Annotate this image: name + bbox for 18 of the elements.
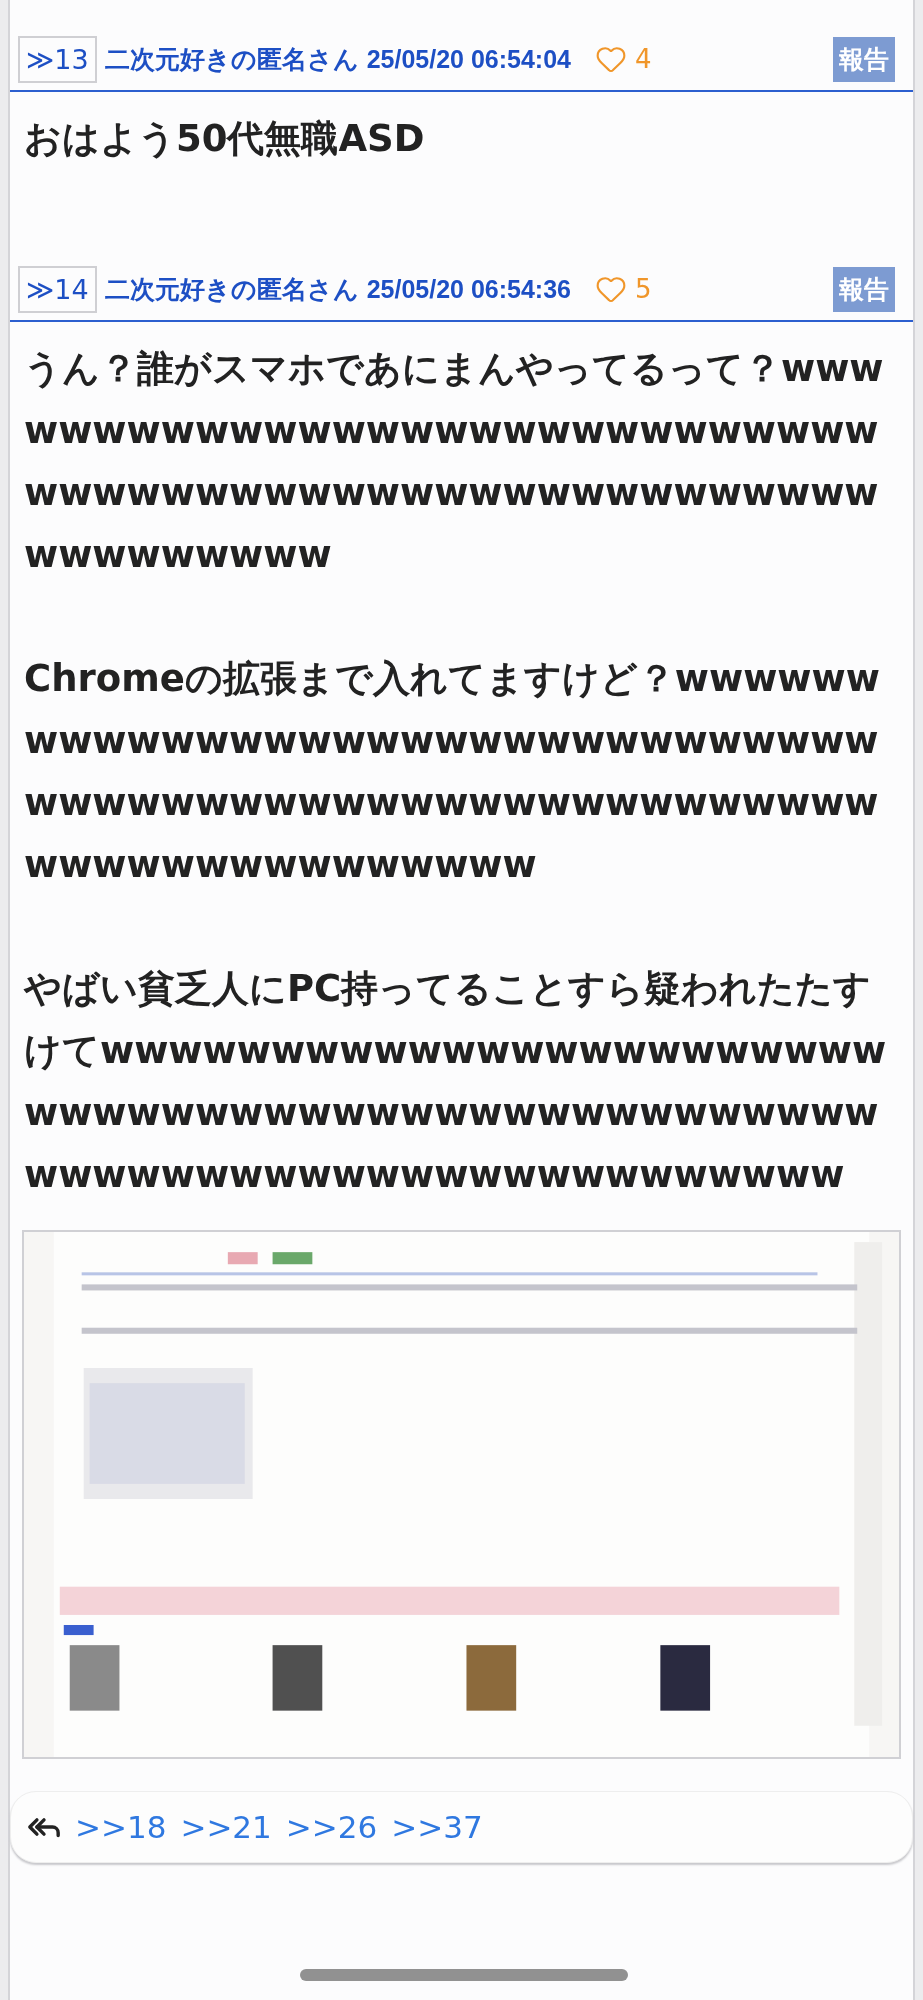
post-text: やばい貧乏人にPC持ってることすら疑われたたすけてwwwwwwwwwwwwwwwwwwwwwwwwwwwwwwwwwwwwwwwwwwwwwwwwwwwwwwwwwwwwwwwwwwwwwwww <box>24 966 888 1198</box>
reply-link[interactable]: >>26 <box>285 1809 378 1845</box>
like-count: 5 <box>634 274 652 304</box>
post-date: 25/05/20 06:54:36 <box>366 274 571 304</box>
post-text: おはよう50代無職ASD <box>24 116 426 162</box>
reply-link[interactable]: >>21 <box>180 1809 272 1845</box>
post-text: Chromeの拡張まで入れてますけど？wwwwwwwwwwwwwwwwwwwwwwwwwwwwwwwwwwwwwwwwwwwwwwwwwwwwwwwwwwwwwwwwwwwwwww <box>24 656 881 888</box>
post-author: 二次元好きの匿名さん <box>104 43 359 75</box>
post-number[interactable]: ≫13 <box>18 35 97 83</box>
post-date: 25/05/20 06:54:04 <box>366 44 571 74</box>
report-button[interactable]: 報告 <box>833 36 895 82</box>
post-number[interactable]: ≫14 <box>18 265 97 313</box>
post-text: うん？誰がスマホであにまんやってるって？wwwwwwwwwwwwwwwwwwwwwwwwwwwwwwwwwwwwwwwwwwwwwwwwwwwwwwwwwwwwww <box>24 346 885 578</box>
reply-link[interactable]: >>18 <box>75 1809 167 1845</box>
report-button[interactable]: 報告 <box>833 266 895 312</box>
like-count: 4 <box>634 44 652 74</box>
post-author: 二次元好きの匿名さん <box>104 273 359 305</box>
reply-link[interactable]: >>37 <box>391 1809 483 1845</box>
